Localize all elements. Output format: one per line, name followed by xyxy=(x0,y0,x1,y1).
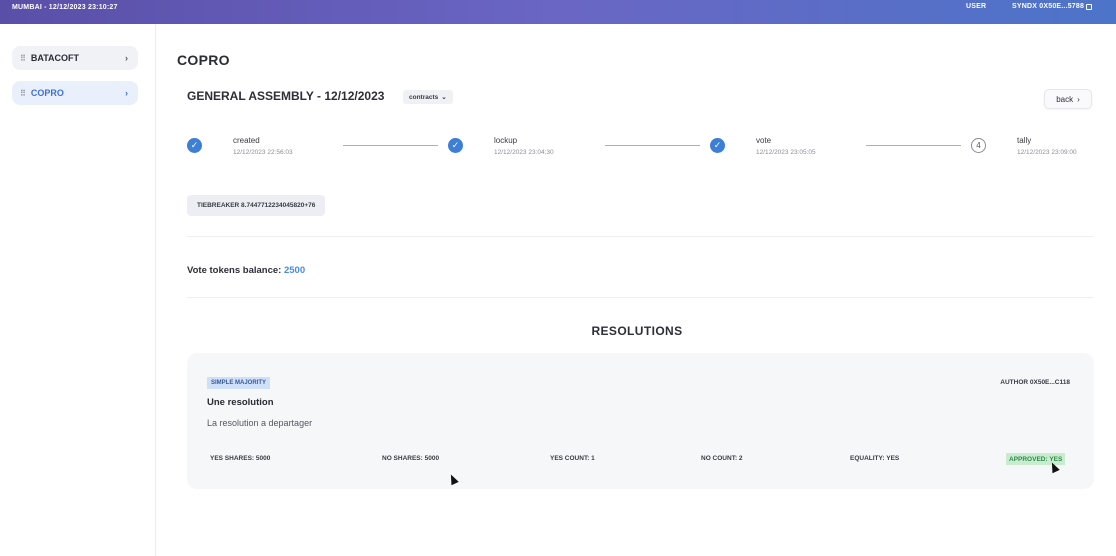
resolution-description: La resolution a departager xyxy=(207,418,313,428)
sidebar-item-label: BATACOFT xyxy=(30,53,80,63)
step-connector xyxy=(343,145,438,146)
resolution-title: Une resolution xyxy=(207,397,274,408)
divider xyxy=(187,297,1094,298)
vote-tokens-balance: Vote tokens balance: 2500 xyxy=(187,265,305,276)
chevron-right-icon: › xyxy=(125,88,128,98)
sidebar: ⠿ BATACOFT › ⠿ COPRO › xyxy=(0,24,156,556)
sidebar-item-copro[interactable]: ⠿ COPRO › xyxy=(12,81,138,105)
no-count: NO COUNT: 2 xyxy=(701,455,743,462)
back-button[interactable]: back › xyxy=(1044,89,1092,109)
step-date: 12/12/2023 22:56:03 xyxy=(233,149,293,156)
chevron-right-icon: › xyxy=(1077,94,1080,104)
tiebreaker-badge: TIEBREAKER 8.7447712234045820+76 xyxy=(187,195,326,216)
wallet-address[interactable]: SYNDX 0X50E...5788 xyxy=(1012,3,1093,10)
chevron-right-icon: › xyxy=(125,53,128,63)
contracts-dropdown[interactable]: contracts ⌄ xyxy=(403,90,453,104)
step-date: 12/12/2023 23:09:00 xyxy=(1017,149,1077,156)
step-vote-check-icon: ✓ xyxy=(710,138,725,153)
step-label: created xyxy=(233,136,260,145)
step-label: tally xyxy=(1017,136,1032,145)
wallet-address-text: SYNDX 0X50E...5788 xyxy=(1012,3,1085,10)
step-date: 12/12/2023 23:04:30 xyxy=(494,149,554,156)
step-date: 12/12/2023 23:05:05 xyxy=(756,149,816,156)
step-label: vote xyxy=(756,136,772,145)
step-tally-number: 4 xyxy=(971,138,986,153)
contracts-label: contracts xyxy=(409,93,439,101)
top-bar: MUMBAI - 12/12/2023 23:10:27 USER SYNDX … xyxy=(0,0,1116,24)
resolution-author: AUTHOR 0X50E...C118 xyxy=(1000,379,1070,386)
drag-handle-icon[interactable]: ⠿ xyxy=(20,89,26,98)
yes-shares: YES SHARES: 5000 xyxy=(210,455,271,462)
balance-value: 2500 xyxy=(283,265,306,276)
step-created-check-icon: ✓ xyxy=(187,138,202,153)
copy-icon[interactable] xyxy=(1086,3,1093,10)
sidebar-item-label: COPRO xyxy=(30,88,64,98)
assembly-title: GENERAL ASSEMBLY - 12/12/2023 xyxy=(187,89,385,103)
step-label: lockup xyxy=(494,136,518,145)
location-time: MUMBAI - 12/12/2023 23:10:27 xyxy=(12,4,118,11)
divider xyxy=(187,236,1094,237)
drag-handle-icon[interactable]: ⠿ xyxy=(20,54,26,63)
no-shares: NO SHARES: 5000 xyxy=(382,455,440,462)
step-connector xyxy=(605,145,700,146)
step-lockup-check-icon: ✓ xyxy=(448,138,463,153)
step-connector xyxy=(866,145,961,146)
equality: EQUALITY: YES xyxy=(850,455,900,462)
user-menu[interactable]: USER xyxy=(966,3,986,10)
yes-count: YES COUNT: 1 xyxy=(550,455,595,462)
back-label: back xyxy=(1056,94,1074,104)
resolutions-heading: RESOLUTIONS xyxy=(591,324,683,338)
sidebar-item-batacoft[interactable]: ⠿ BATACOFT › xyxy=(12,46,138,70)
page-title: COPRO xyxy=(177,52,230,68)
balance-label: Vote tokens balance: xyxy=(187,265,282,276)
resolution-card: SIMPLE MAJORITY AUTHOR 0X50E...C118 Une … xyxy=(187,353,1094,489)
assembly-panel: GENERAL ASSEMBLY - 12/12/2023 contracts … xyxy=(170,78,1104,556)
chevron-down-icon: ⌄ xyxy=(441,94,447,101)
majority-badge: SIMPLE MAJORITY xyxy=(207,377,271,389)
